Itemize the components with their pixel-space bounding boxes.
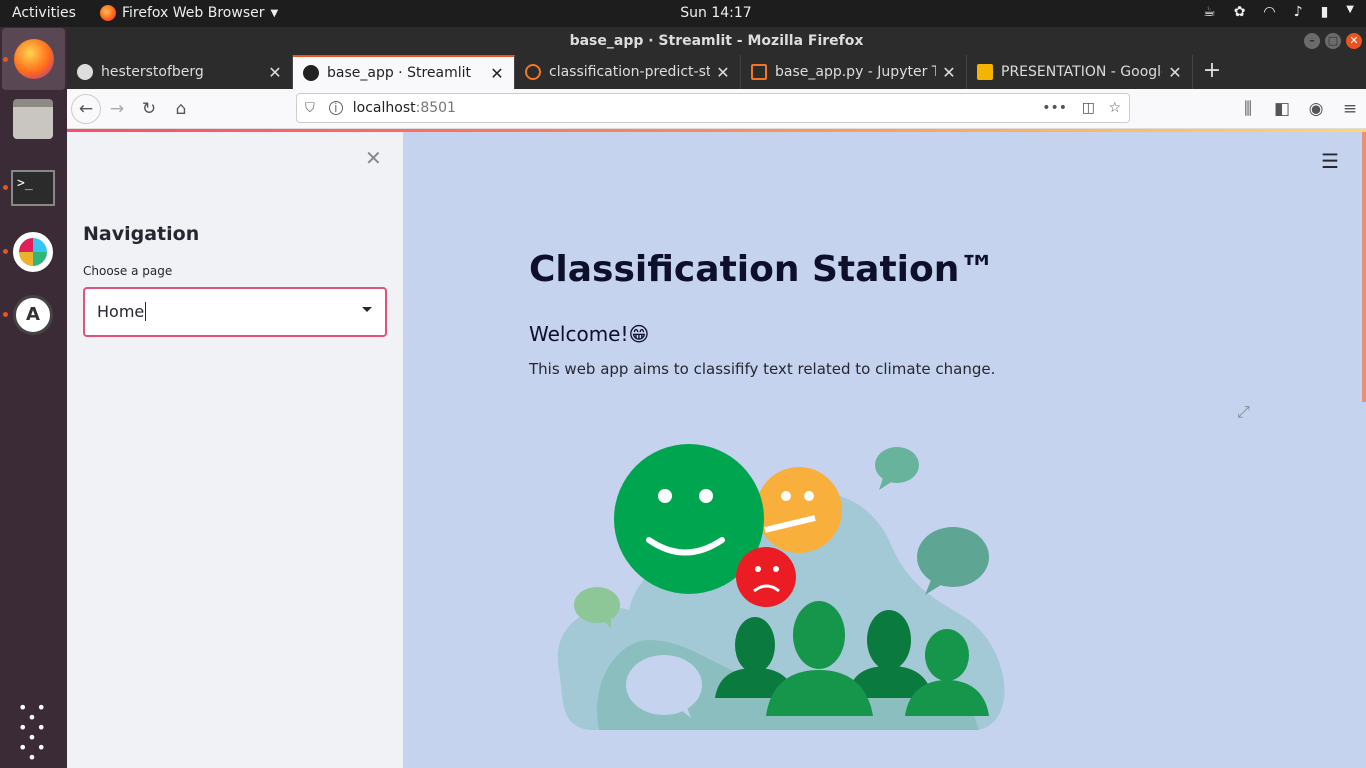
tab-label: PRESENTATION - Google [1001,64,1162,80]
page-content: ✕ Navigation Choose a page Home ☰ Classi… [67,132,1366,768]
dock: >_ A • • • • • • • • • [0,27,67,768]
new-tab-button[interactable]: + [1193,55,1231,89]
slack-icon [13,232,53,272]
terminal-icon: >_ [11,170,55,206]
url-port: :8501 [415,100,456,116]
jupyter-icon [525,64,541,80]
sidebar-heading: Navigation [83,223,200,245]
tab-label: classification-predict-stre [549,64,710,80]
speech-bubble [917,527,989,587]
paw-icon[interactable]: ✿ [1234,4,1246,20]
close-window-button[interactable]: ✕ [1346,33,1362,49]
close-tab-icon[interactable]: ✕ [1168,63,1182,82]
file-icon [751,64,767,80]
close-tab-icon[interactable]: ✕ [490,64,504,83]
page-select[interactable]: Home [83,287,387,337]
tab-streamlit[interactable]: base_app · Streamlit ✕ [293,55,515,89]
chevron-down-icon [362,307,372,312]
tab-google-slides[interactable]: PRESENTATION - Google ✕ [967,55,1193,89]
tab-label: hesterstofberg [101,64,204,80]
maximize-button[interactable]: □ [1325,33,1341,49]
dock-terminal[interactable]: >_ [10,165,56,211]
running-indicator [3,57,8,62]
coffee-icon[interactable]: ☕ [1203,4,1216,20]
scrollbar[interactable] [1362,132,1366,402]
show-applications-button[interactable]: • • • • • • • • • [10,700,56,766]
page-select-value: Home [97,302,145,321]
library-icon[interactable]: ⫼ [1232,93,1264,125]
wifi-icon[interactable]: ◠ [1263,4,1275,20]
shield-icon[interactable]: ⛉ [305,101,315,116]
dock-slack[interactable] [10,229,56,275]
select-label: Choose a page [83,264,173,278]
close-tab-icon[interactable]: ✕ [942,63,956,82]
grid-icon: • • • • • • • • • [18,698,48,767]
back-button[interactable]: ← [71,93,101,124]
fullscreen-expand-icon[interactable]: ⤢ [1237,402,1250,422]
description-text: This web app aims to classifify text rel… [529,360,996,378]
menu-icon[interactable]: ≡ [1334,93,1366,125]
dock-files[interactable] [10,96,56,142]
page-actions-icon[interactable]: ••• [1042,100,1067,116]
file-cabinet-icon [13,99,53,139]
welcome-text: Welcome!😁 [529,322,650,346]
navigation-toolbar: ← → ↻ ⌂ ⛉ i localhost:8501 ••• ◫ ☆ ⫼ ◧ ◉… [67,89,1366,129]
page-title: Classification Station™ [529,249,996,290]
system-top-bar: Activities Firefox Web Browser ▼ Sun 14:… [0,0,1366,27]
streamlit-sidebar: ✕ Navigation Choose a page Home [67,132,403,768]
streamlit-icon [303,65,319,81]
sidebar-toggle-icon[interactable]: ◧ [1266,93,1298,125]
tab-jupyter-editor[interactable]: base_app.py - Jupyter Te ✕ [741,55,967,89]
github-icon [77,64,93,80]
volume-icon[interactable]: ♪ [1294,4,1303,20]
slides-icon [977,64,993,80]
streamlit-main: ☰ Classification Station™ Welcome!😁 This… [403,132,1366,768]
close-tab-icon[interactable]: ✕ [716,63,730,82]
speech-bubble [626,655,702,715]
firefox-window: base_app · Streamlit - Mozilla Firefox –… [67,27,1366,768]
minimize-button[interactable]: – [1304,33,1320,49]
tab-strip: hesterstofberg ✕ base_app · Streamlit ✕ … [67,55,1366,89]
dock-firefox[interactable] [2,28,65,90]
window-titlebar[interactable]: base_app · Streamlit - Mozilla Firefox –… [67,27,1366,55]
tab-label: base_app · Streamlit [327,65,471,81]
speech-bubble [574,587,620,623]
home-button[interactable]: ⌂ [165,93,197,125]
battery-icon[interactable]: ▮ [1321,4,1329,20]
speech-bubble [875,447,919,483]
neutral-face [756,467,842,553]
running-indicator [3,249,8,254]
chevron-down-icon[interactable]: ▼ [1346,4,1354,20]
hamburger-menu-icon[interactable]: ☰ [1321,149,1339,173]
tab-label: base_app.py - Jupyter Te [775,64,936,80]
info-icon[interactable]: i [328,101,343,115]
dock-software[interactable]: A [10,292,56,338]
clock[interactable]: Sun 14:17 [0,5,1366,21]
running-indicator [3,312,8,317]
bookmark-star-icon[interactable]: ☆ [1108,100,1121,116]
sentiment-illustration [557,444,1005,730]
close-tab-icon[interactable]: ✕ [268,63,282,82]
system-tray[interactable]: ☕ ✿ ◠ ♪ ▮ ▼ [1203,4,1354,20]
close-sidebar-icon[interactable]: ✕ [365,146,382,170]
firefox-icon [13,39,54,79]
software-updater-icon: A [13,295,53,335]
window-title: base_app · Streamlit - Mozilla Firefox [569,33,864,49]
sad-face [736,547,796,607]
url-text[interactable]: localhost:8501 [353,100,456,116]
reload-button[interactable]: ↻ [133,93,165,125]
tab-github[interactable]: hesterstofberg ✕ [67,55,293,89]
url-host: localhost [352,100,416,116]
running-indicator [3,185,8,190]
tab-jupyter-notebook[interactable]: classification-predict-stre ✕ [515,55,741,89]
toolbar-right: ⫼ ◧ ◉ ≡ [1232,93,1366,125]
account-icon[interactable]: ◉ [1300,93,1332,125]
forward-button[interactable]: → [101,93,133,125]
pocket-icon[interactable]: ◫ [1082,100,1095,116]
url-bar[interactable]: ⛉ i localhost:8501 ••• ◫ ☆ [296,93,1130,123]
